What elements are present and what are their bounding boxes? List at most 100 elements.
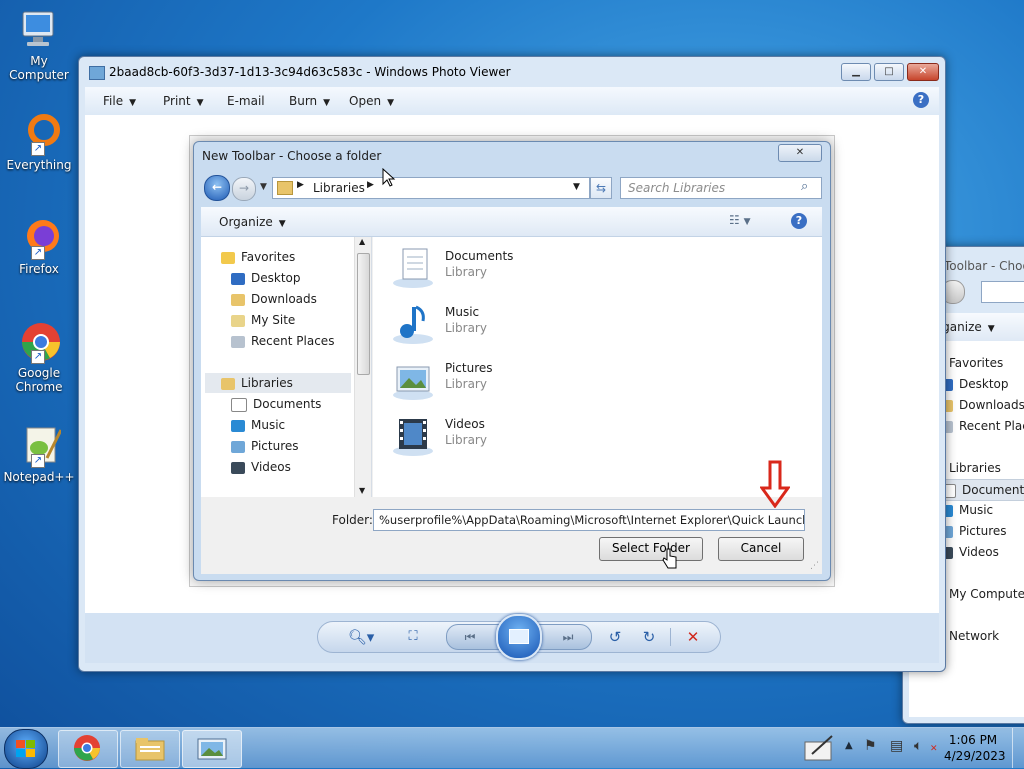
address-bar[interactable]: ▶ Libraries ▶ ▼	[272, 177, 590, 199]
desktop-icon-label: My Computer	[9, 54, 69, 82]
show-desktop-button[interactable]	[1012, 728, 1024, 768]
menu-burn[interactable]: Burn ▼	[289, 94, 330, 108]
nav-downloads[interactable]: Downloads	[231, 289, 317, 309]
desktop-icon-everything[interactable]: ↗ Everything	[0, 112, 78, 172]
music-library-icon	[393, 305, 433, 344]
desktop-icon-label: Everything	[6, 158, 72, 172]
nav-desktop[interactable]: Desktop	[231, 268, 301, 288]
library-name: Videos	[445, 417, 485, 431]
slideshow-icon	[509, 629, 529, 644]
taskbar: ▲ ⚑ ▤ 🔈︎ ✕ 1:06 PM 4/29/2023	[0, 727, 1024, 769]
library-item-videos[interactable]: Videos Library	[391, 411, 591, 461]
nav-pictures[interactable]: Pictures	[939, 521, 1007, 541]
nav-music[interactable]: Music	[939, 500, 993, 520]
library-type: Library	[445, 321, 487, 335]
recent-pages-chevron-icon[interactable]: ▼	[260, 182, 267, 192]
photo-viewer-app-icon	[89, 66, 105, 80]
breadcrumb-libraries[interactable]: Libraries	[313, 181, 365, 195]
help-icon[interactable]: ?	[791, 213, 807, 229]
scroll-down-icon[interactable]: ▼	[359, 486, 365, 495]
rotate-counterclockwise-icon[interactable]: ↺	[604, 627, 626, 647]
shortcut-arrow-icon: ↗	[31, 142, 45, 156]
desktop-icon-firefox[interactable]: ↗ Firefox	[0, 216, 78, 276]
menu-print[interactable]: Print ▼	[163, 94, 204, 108]
nav-scrollbar[interactable]: ▲ ▼	[354, 237, 371, 497]
taskbar-photo-viewer[interactable]	[182, 730, 242, 768]
taskbar-explorer[interactable]	[120, 730, 180, 768]
music-icon	[231, 419, 245, 432]
muted-x-icon: ✕	[930, 744, 938, 754]
clock[interactable]: 1:06 PM 4/29/2023	[944, 732, 1006, 764]
nav-my-site[interactable]: My Site	[231, 310, 295, 330]
actual-size-icon[interactable]: ⛶	[402, 627, 424, 647]
maximize-button[interactable]: □	[874, 63, 904, 81]
show-hidden-icons-icon[interactable]: ▲	[845, 740, 853, 751]
nav-documents[interactable]: Documents	[231, 394, 321, 414]
refresh-button[interactable]: ⇆	[590, 177, 612, 199]
minimize-button[interactable]: ▁	[841, 63, 871, 81]
taskbar-chrome[interactable]	[58, 730, 118, 768]
menu-open[interactable]: Open ▼	[349, 94, 394, 108]
back-button[interactable]: ←	[204, 175, 230, 201]
title-bar[interactable]: 2baad8cb-60f3-3d37-1d13-3c94d63c583c - W…	[79, 57, 945, 87]
rotate-clockwise-icon[interactable]: ↻	[638, 627, 660, 647]
address-bar[interactable]	[981, 281, 1024, 303]
next-icon[interactable]: ⏭	[553, 627, 583, 647]
breadcrumb-separator-icon[interactable]: ▶	[367, 180, 374, 190]
documents-library-icon	[393, 248, 433, 288]
scrollbar-thumb[interactable]	[357, 253, 370, 375]
file-list: Documents Library Music Library Pictures…	[373, 237, 822, 497]
nav-favorites[interactable]: Favorites	[221, 247, 295, 267]
action-center-icon[interactable]: ⚑	[864, 738, 877, 754]
search-input[interactable]: Search Libraries ⌕	[620, 177, 822, 199]
windows-logo-icon	[16, 740, 35, 757]
nav-downloads[interactable]: Downloads	[939, 395, 1024, 415]
view-options-icon[interactable]: ☷ ▼	[729, 213, 751, 227]
organize-menu[interactable]: Organize ▼	[219, 215, 286, 229]
documents-icon	[231, 397, 247, 412]
desktop-icon-my-computer[interactable]: My Computer	[0, 8, 78, 82]
volume-muted-icon[interactable]: 🔈︎	[914, 738, 922, 754]
choose-folder-dialog[interactable]: New Toolbar - Choose a folder ✕ ← → ▼ ▶ …	[193, 141, 831, 581]
menu-email[interactable]: E-mail	[227, 94, 265, 108]
scroll-up-icon[interactable]: ▲	[359, 237, 365, 246]
chevron-down-icon: ▼	[129, 98, 137, 108]
close-button[interactable]: ✕	[907, 63, 939, 81]
library-item-pictures[interactable]: Pictures Library	[391, 355, 591, 405]
handwriting-input-icon[interactable]	[804, 734, 834, 762]
zoom-icon[interactable]: 🔍︎▾	[344, 627, 378, 647]
nav-desktop[interactable]: Desktop	[939, 374, 1009, 394]
menu-file[interactable]: File ▼	[103, 94, 136, 108]
help-icon[interactable]: ?	[913, 92, 929, 108]
slideshow-button[interactable]	[496, 614, 542, 660]
forward-button[interactable]: →	[232, 177, 256, 201]
delete-icon[interactable]: ✕	[682, 627, 704, 647]
search-icon[interactable]: ⌕	[801, 179, 808, 194]
nav-recent-places[interactable]: Recent Places	[231, 331, 334, 351]
library-item-documents[interactable]: Documents Library	[391, 243, 591, 293]
notepad-plus-plus-icon: ↗	[17, 424, 63, 468]
previous-icon[interactable]: ⏮	[455, 627, 485, 647]
nav-music[interactable]: Music	[231, 415, 285, 435]
desktop-icon	[231, 272, 245, 285]
resize-grip-icon[interactable]: ⋰	[810, 561, 819, 571]
folder-input[interactable]: %userprofile%\AppData\Roaming\Microsoft\…	[373, 509, 805, 531]
address-dropdown-icon[interactable]: ▼	[573, 182, 580, 192]
nav-videos[interactable]: Videos	[939, 542, 999, 562]
dialog-close-button[interactable]: ✕	[778, 144, 822, 162]
desktop-icon-notepad-plus-plus[interactable]: ↗ Notepad++	[0, 424, 78, 484]
nav-pictures[interactable]: Pictures	[231, 436, 299, 456]
desktop-icon-google-chrome[interactable]: ↗ Google Chrome	[0, 320, 78, 394]
cancel-button[interactable]: Cancel	[718, 537, 804, 561]
network-status-icon[interactable]: ▤	[890, 738, 903, 754]
downloads-folder-icon	[231, 293, 245, 306]
nav-videos[interactable]: Videos	[231, 457, 291, 477]
everything-icon: ↗	[17, 112, 61, 156]
divider	[670, 628, 671, 646]
library-item-music[interactable]: Music Library	[391, 299, 591, 349]
menu-bar: File ▼ Print ▼ E-mail Burn ▼ Open ▼ ?	[85, 87, 939, 115]
select-folder-button[interactable]: Select Folder	[599, 537, 703, 561]
nav-libraries-selected[interactable]: Libraries	[205, 373, 351, 393]
start-button[interactable]	[4, 729, 48, 769]
nav-recent-places[interactable]: Recent Place	[939, 416, 1024, 436]
